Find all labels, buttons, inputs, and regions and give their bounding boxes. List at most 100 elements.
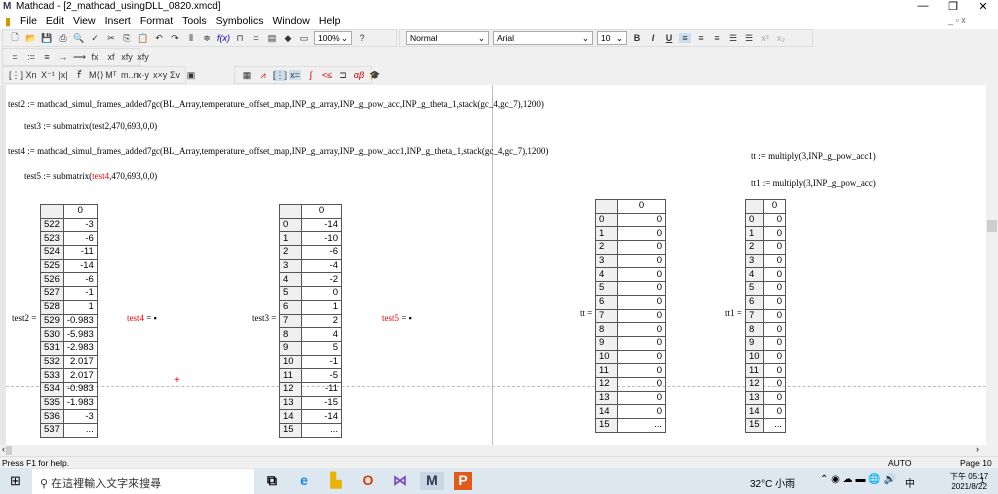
cell-value[interactable]: -11 [301,381,342,397]
close-button[interactable]: ✕ [968,0,998,13]
picture-icon[interactable]: ▣ [185,70,197,81]
cell-value[interactable]: 0 [617,363,666,378]
align-center-icon[interactable]: ≡ [695,33,707,43]
cell-value[interactable]: 0 [763,294,786,310]
cell-value[interactable]: 4 [301,327,342,342]
math-op-button[interactable]: = [9,52,21,62]
tt-definition[interactable]: tt := multiply(3,INP_g_pow_acc1) [751,151,876,161]
horizontal-scrollbar[interactable]: ‹ › [0,444,986,456]
cell-value[interactable]: 0 [617,390,666,406]
subscript-icon[interactable]: x₂ [775,33,787,43]
edge-icon[interactable]: e [295,472,313,490]
math-op-button[interactable]: ≡ [41,52,53,62]
cell-value[interactable]: -0.983 [62,313,98,329]
cell-value[interactable]: -3 [62,409,98,424]
cell-value[interactable]: 0 [617,322,666,337]
ime-indicator[interactable]: 中 [905,475,915,490]
spell-check-icon[interactable]: ✓ [89,33,101,44]
cell-value[interactable]: 0 [617,240,666,255]
align-across-icon[interactable]: ⫴ [185,33,197,44]
cell-value[interactable]: 0 [763,226,786,242]
print-preview-icon[interactable]: 🔍 [73,33,85,44]
cell-value[interactable]: -2.983 [62,340,98,356]
cell-value[interactable]: 0 [763,363,786,378]
print-icon[interactable]: ⎙ [57,33,69,44]
cell-value[interactable]: 1 [301,299,342,315]
graph-icon[interactable]: ⩘ [257,70,269,81]
cell-value[interactable]: -1.983 [62,395,98,411]
task-view-icon[interactable]: ⧉ [263,472,281,490]
cell-value[interactable]: 0 [617,404,666,419]
resource-icon[interactable]: ◆ [282,33,294,44]
scroll-thumb[interactable] [987,220,997,232]
size-select[interactable]: 10 ⌄ [597,31,627,45]
zoom-select[interactable]: 100% ⌄ [314,31,352,45]
cell-value[interactable]: 2 [301,313,342,329]
paste-icon[interactable]: 📋 [137,33,149,44]
cell-value[interactable]: -5 [301,368,342,383]
cell-value[interactable]: 0 [617,267,666,283]
cell-value[interactable]: 0 [763,376,786,392]
menu-insert[interactable]: Insert [105,15,131,27]
visual-studio-icon[interactable]: ⋈ [391,472,409,490]
superscript-icon[interactable]: x² [759,33,771,43]
weather[interactable]: 32°C 小雨 [750,475,795,490]
cell-value[interactable]: 0 [763,335,786,351]
cell-value[interactable]: 0 [763,404,786,419]
tt-result-matrix[interactable]: 0 0 0 1 0 2 0 3 0 4 0 5 0 6 0 7 0 8 0 9 0 10 0 11 0 12 0 13 0 14 0 15..… [595,199,666,433]
vertical-scrollbar[interactable] [986,85,998,455]
symbolic-icon[interactable]: 🎓 [369,70,381,81]
sum-icon[interactable]: Σv [169,70,181,80]
math-op-button[interactable]: := [25,52,37,62]
menu-window[interactable]: Window [273,15,310,27]
cell-value[interactable]: 0 [763,240,786,255]
calculate-icon[interactable]: = [250,33,262,43]
cell-value[interactable]: 0 [763,281,786,296]
programming-icon[interactable]: ⊐ [337,70,349,81]
test5-definition[interactable]: test5 := submatrix(test4,470,693,0,0) [24,171,157,181]
cell-value[interactable]: 0 [617,376,666,392]
cell-value[interactable]: 0 [617,253,666,269]
test4-definition[interactable]: test4 := mathcad_simul_frames_added7gc(B… [8,146,548,156]
tray-icons[interactable]: ⌃ ◉ ☁ ▬ 🌐 🔊 [820,474,896,485]
help-icon[interactable]: ? [356,33,368,43]
cell-value[interactable]: 0 [763,390,786,406]
math-op-button[interactable]: fx [89,52,101,62]
minimize-button[interactable]: — [908,0,938,12]
numbering-icon[interactable]: ☰ [743,33,755,44]
bold-button[interactable]: B [631,33,643,43]
menu-symbolics[interactable]: Symbolics [216,15,264,27]
math-op-button[interactable]: xfy [121,52,133,62]
new-icon[interactable]: 🗋 [9,30,21,46]
test3-definition[interactable]: test3 := submatrix(test2,470,693,0,0) [24,121,157,131]
column-icon[interactable]: M⟨⟩ [89,70,104,81]
cell-value[interactable]: 2.017 [62,354,98,370]
menu-tools[interactable]: Tools [182,15,207,27]
cell-value[interactable]: -1 [62,286,98,301]
math-op-button[interactable]: ⟶ [73,52,86,63]
cell-value[interactable]: 0 [617,335,666,351]
cell-value[interactable]: 2.017 [62,368,98,383]
test2-result-matrix[interactable]: 0 522 -3 523 -6 524 -11 525 -14 526 -6 527 -1 528 1 529… [40,204,98,438]
mathcad-taskbar-icon[interactable]: M [420,472,444,490]
cell-value[interactable]: 0 [301,286,342,301]
taskbar-search[interactable]: ⚲ 在這裡輸入文字來搜尋 [32,469,254,494]
determinant-icon[interactable]: |x| [57,70,69,80]
align-left-icon[interactable]: ≡ [679,33,691,43]
file-explorer-icon[interactable]: ▙ [327,472,345,490]
range-icon[interactable]: m..n [121,70,139,80]
scroll-thumb[interactable] [6,446,12,455]
copy-icon[interactable]: ⎘ [121,33,133,44]
cross-product-icon[interactable]: x×y [153,70,167,80]
insert-function-icon[interactable]: f(x) [217,33,230,43]
component-icon[interactable]: ▤ [266,33,278,44]
transpose-icon[interactable]: Mᵀ [105,70,117,80]
matrix-palette-icon[interactable]: [⋮] [273,69,287,81]
menu-help[interactable]: Help [319,15,341,27]
cell-value[interactable]: 0 [617,294,666,310]
align-right-icon[interactable]: ≡ [711,33,723,43]
cell-value[interactable]: -11 [62,245,98,260]
subscript-index-icon[interactable]: Xn [25,70,37,80]
test3-result-matrix[interactable]: 0 0 -14 1 -10 2 -6 3 -4 4 -2 5 0 6 1 7 2 8 4 9 5 10 -1 11 -5 12 -1… [279,204,342,438]
dot-product-icon[interactable]: x·y [137,70,149,80]
